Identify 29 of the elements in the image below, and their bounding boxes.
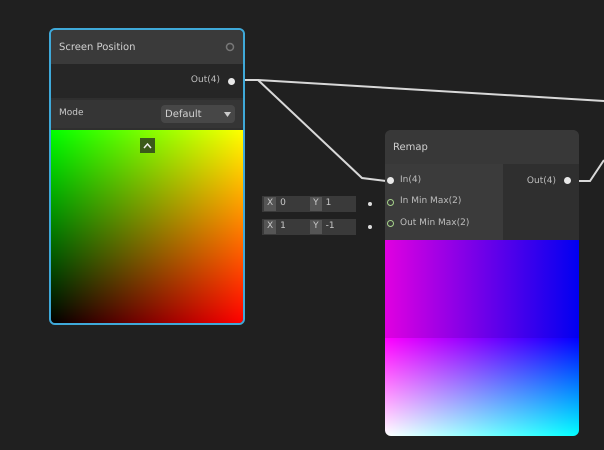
caret-icon — [224, 112, 231, 116]
vector-input-field[interactable]: X 1 Y -1 — [262, 219, 356, 235]
screen-position-node[interactable]: Screen Position Out(4) Mode Default — [49, 28, 245, 325]
output-port[interactable] — [228, 78, 235, 84]
output-port[interactable] — [564, 177, 571, 184]
axis-label: X — [264, 220, 276, 234]
axis-label: Y — [310, 220, 322, 234]
input-port[interactable] — [387, 177, 394, 184]
remap-node[interactable]: Remap In(4) In Min Max(2) Out Min Max(2) Out(4) — [385, 130, 579, 436]
axis-label: X — [264, 197, 276, 211]
collapse-button[interactable] — [140, 138, 154, 153]
node-title: Screen Position — [59, 40, 136, 54]
vector-input-field[interactable]: X 0 Y 1 — [262, 196, 356, 212]
value-text: 0 — [280, 197, 287, 210]
port-label: Out(4) — [190, 74, 220, 88]
node-title: Remap — [393, 140, 428, 154]
axis-label: Y — [310, 197, 322, 211]
port-label: In Min Max(2) — [400, 195, 462, 208]
mode-label: Mode — [59, 107, 84, 120]
value-text: 1 — [280, 220, 287, 234]
port-label: Out(4) — [526, 175, 556, 188]
port-label: In(4) — [400, 174, 422, 187]
chevron-up-icon — [142, 142, 152, 148]
mode-dropdown[interactable]: Default — [161, 105, 235, 123]
value-text: 1 — [326, 197, 332, 210]
input-port[interactable] — [387, 220, 394, 227]
port-label: Out Min Max(2) — [400, 216, 470, 230]
value-text: -1 — [326, 220, 335, 234]
input-port[interactable] — [387, 198, 394, 206]
